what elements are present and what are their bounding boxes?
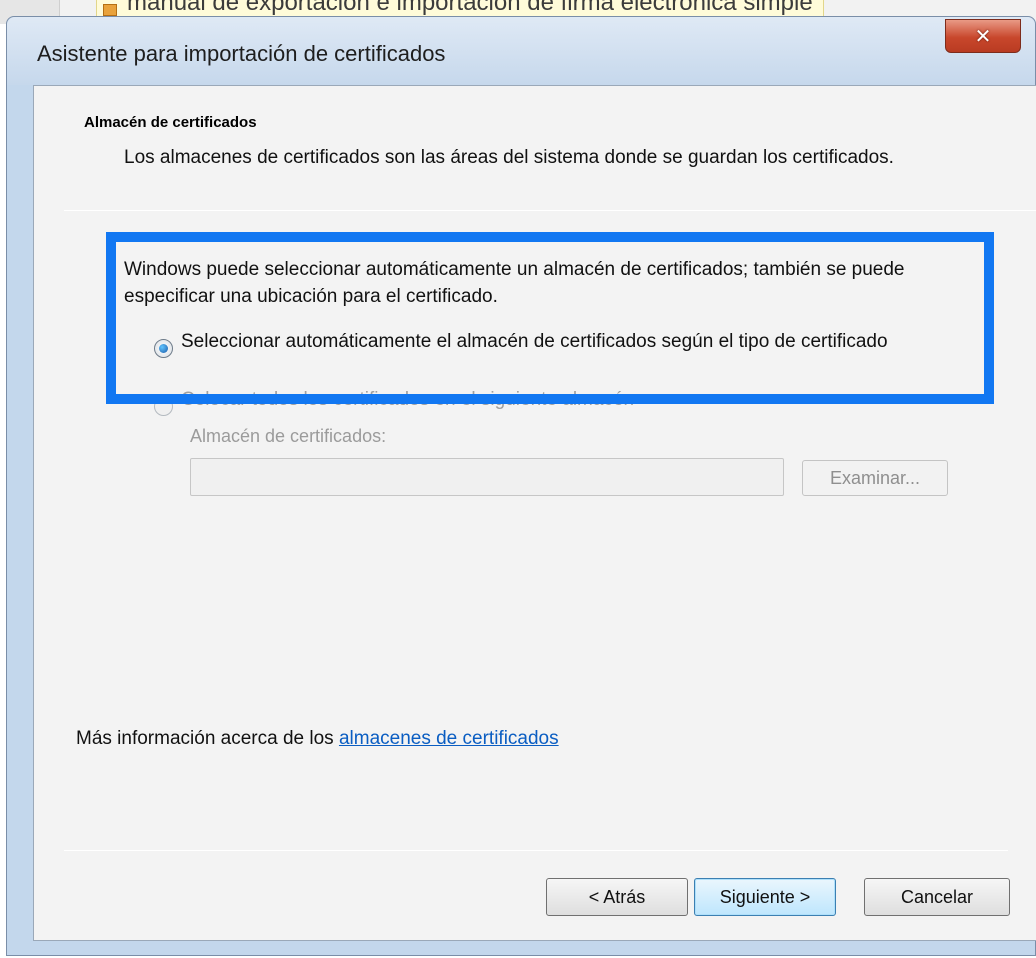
back-button[interactable]: < Atrás [546,878,688,916]
store-label: Almacén de certificados: [190,426,387,446]
more-info: Más información acerca de los almacenes … [76,728,559,750]
section-description: Los almacenes de certificados son las ár… [124,147,894,168]
browse-button[interactable]: Examinar... [802,460,948,496]
document-icon [103,4,117,16]
header-divider [64,210,1036,211]
footer-divider [64,850,1008,851]
title-bar[interactable]: Asistente para importación de certificad… [7,17,1035,85]
section-title: Almacén de certificados [84,114,257,131]
cancel-button[interactable]: Cancelar [864,878,1010,916]
background-document-title: manual de exportación e importación de f… [127,0,813,16]
more-info-text: Más información acerca de los [76,728,339,749]
close-icon: ✕ [974,24,992,48]
wizard-content: Almacén de certificados Los almacenes de… [33,85,1036,941]
next-button[interactable]: Siguiente > [694,878,836,916]
import-wizard-window: Asistente para importación de certificad… [6,16,1036,956]
stores-help-link[interactable]: almacenes de certificados [339,728,559,749]
close-button[interactable]: ✕ [945,19,1021,53]
store-input[interactable] [190,458,784,496]
window-title: Asistente para importación de certificad… [37,41,446,66]
annotation-highlight-box [106,232,994,404]
